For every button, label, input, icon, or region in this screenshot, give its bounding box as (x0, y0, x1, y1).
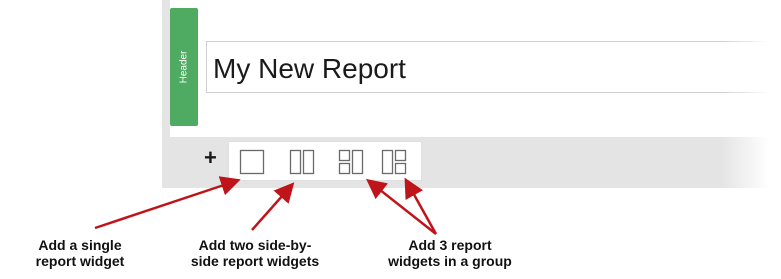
arrow-to-two-widgets (251, 182, 295, 231)
annotation-single-widget: Add a single report widget (0, 237, 160, 269)
annotation-line: Add 3 report (408, 237, 492, 253)
annotation-line: Add two side-by- (198, 237, 312, 253)
annotation-line: side report widgets (190, 253, 320, 269)
annotation-line: Add a single (38, 237, 122, 253)
arrow-to-three-group-a (366, 178, 437, 235)
annotation-three-widgets: Add 3 report widgets in a group (360, 237, 540, 269)
annotation-line: report widget (35, 253, 125, 269)
annotation-line: widgets in a group (388, 253, 512, 269)
arrow-to-single-widget (94, 176, 241, 230)
arrow-to-three-group-b (404, 177, 438, 235)
annotation-two-widgets: Add two side-by- side report widgets (160, 237, 350, 269)
